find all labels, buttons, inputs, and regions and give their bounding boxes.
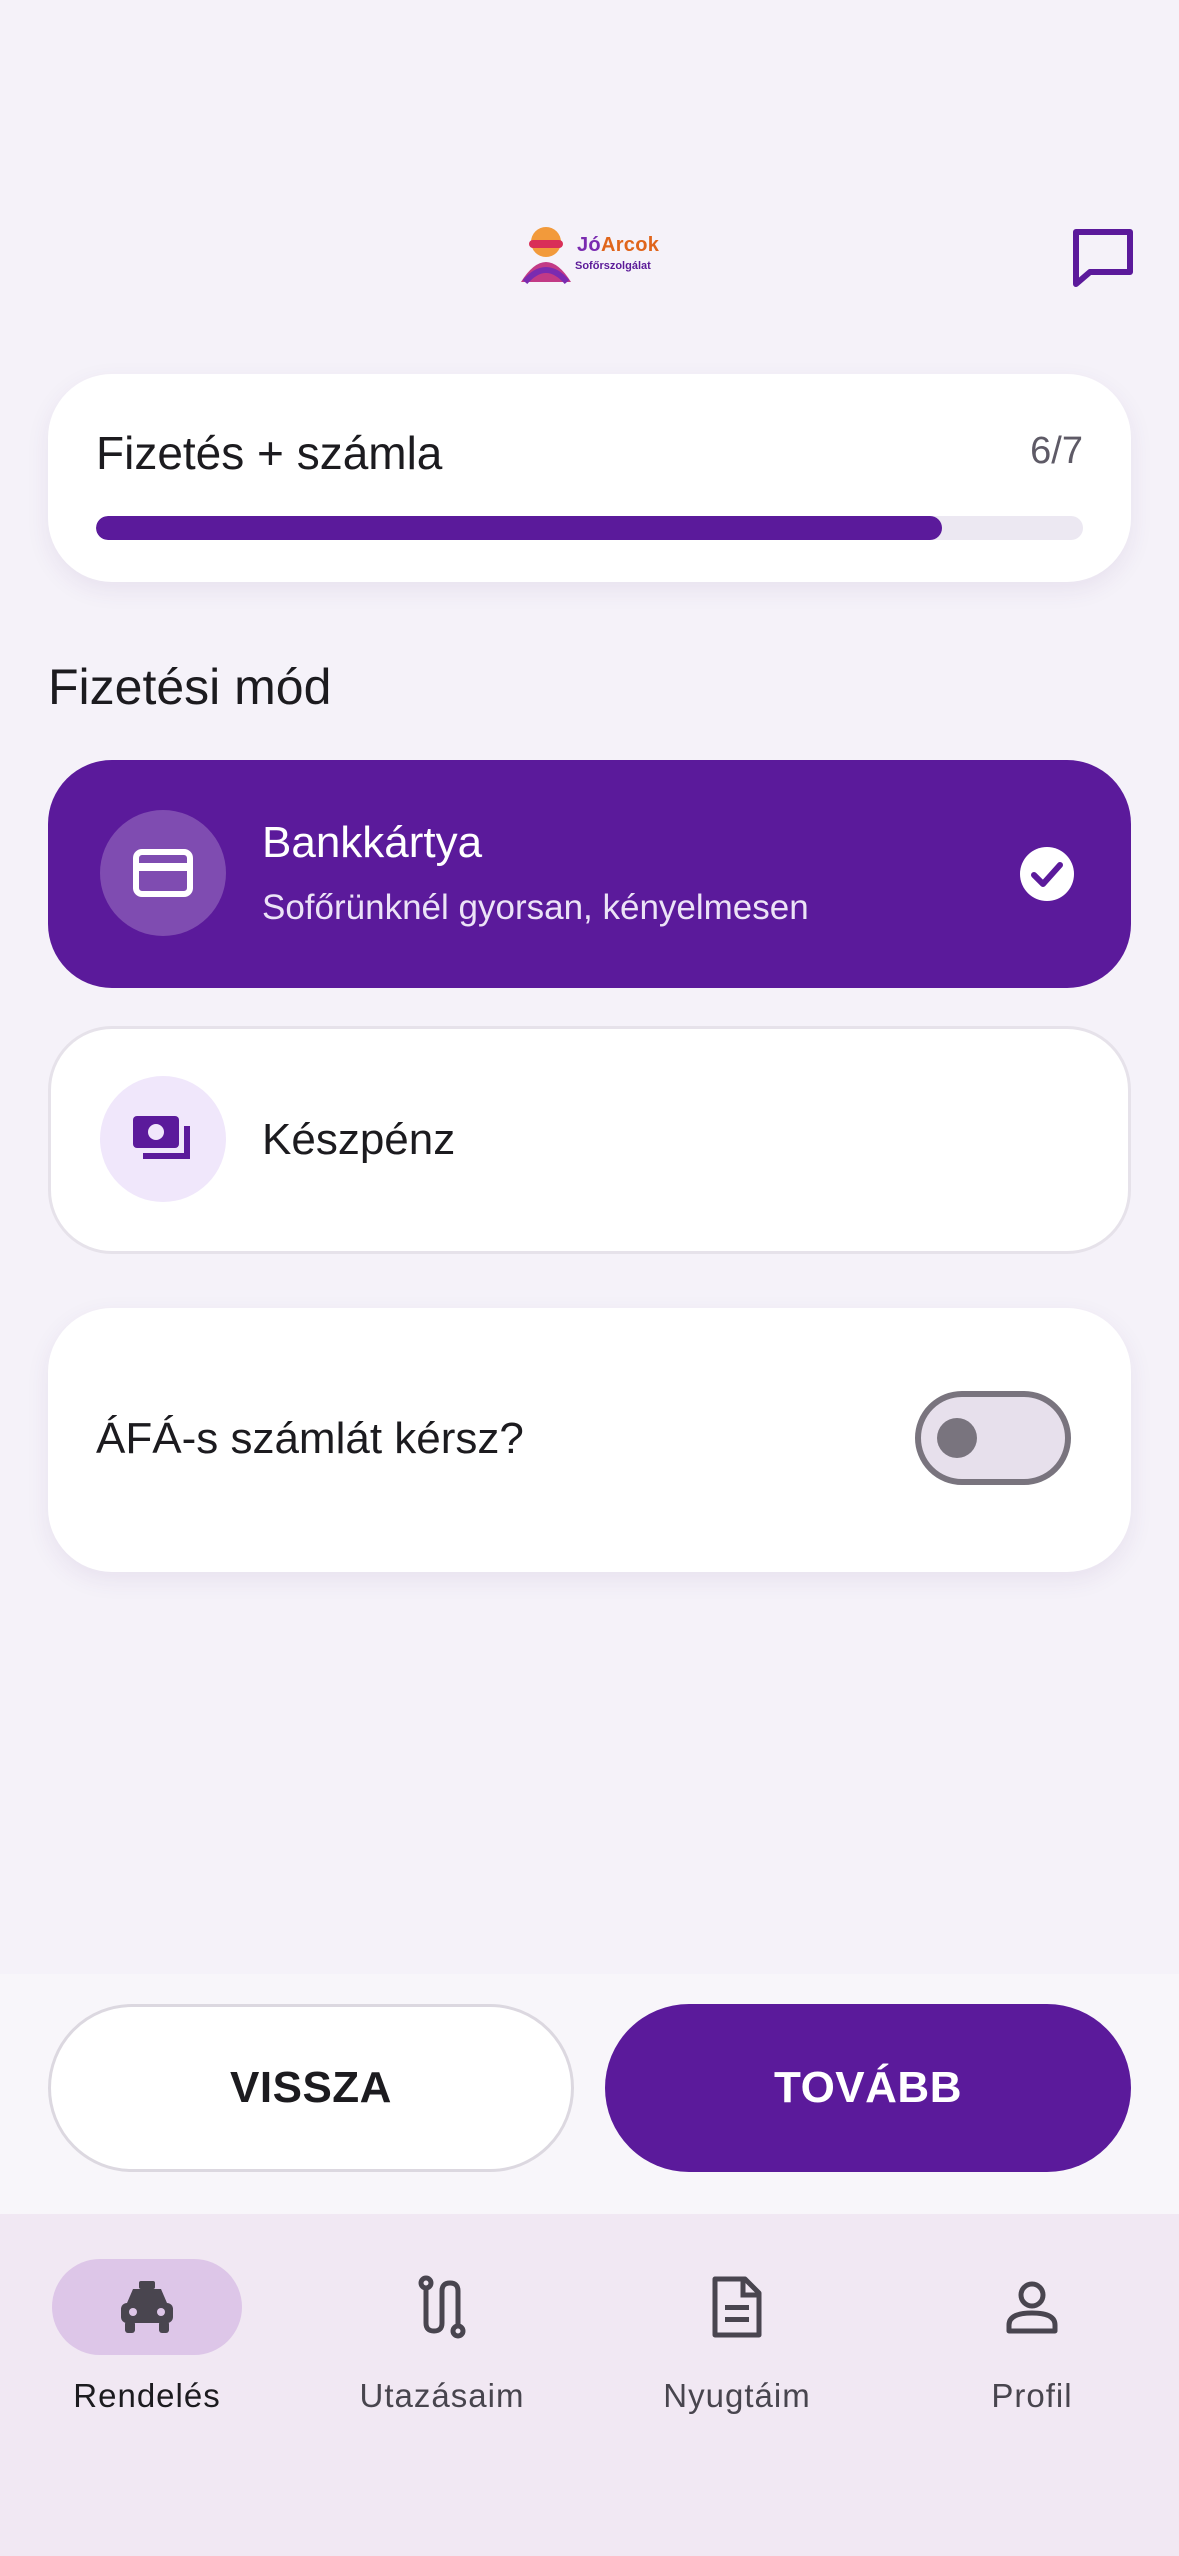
next-button[interactable]: TOVÁBB: [605, 2004, 1131, 2172]
chat-bubble-icon: [1073, 229, 1133, 287]
logo-text-a: Jó: [577, 234, 601, 256]
nav-icon-holder: [642, 2259, 832, 2355]
nav-label: Nyugtáim: [663, 2377, 811, 2414]
progress-card: Fizetés + számla 6/7: [48, 374, 1131, 582]
nav-active-indicator: [52, 2259, 242, 2355]
bottom-navigation: Rendelés Utazásaim Nyugtáim Profil: [0, 2214, 1179, 2556]
nav-item-receipts[interactable]: Nyugtáim: [612, 2259, 862, 2439]
action-bar: VISSZA TOVÁBB: [0, 1974, 1179, 2214]
nav-label: Utazásaim: [359, 2377, 525, 2414]
toggle-knob: [937, 1418, 977, 1458]
nav-label: Rendelés: [73, 2377, 221, 2414]
payment-option-cash[interactable]: Készpénz: [48, 1026, 1131, 1254]
progress-bar-fill: [96, 516, 942, 540]
credit-card-icon-wrapper: [100, 810, 226, 936]
logo-text-b: Arcok: [600, 234, 660, 256]
vat-invoice-label: ÁFÁ-s számlát kérsz?: [96, 1414, 524, 1463]
payment-section-title: Fizetési mód: [48, 659, 332, 715]
logo-mascot-icon: [521, 227, 571, 285]
chat-button[interactable]: [1068, 222, 1138, 292]
step-counter: 6/7: [1030, 430, 1083, 472]
vat-invoice-card: ÁFÁ-s számlát kérsz?: [48, 1308, 1131, 1572]
cash-icon-wrapper: [100, 1076, 226, 1202]
progress-bar: [96, 516, 1083, 540]
vat-invoice-toggle[interactable]: [915, 1391, 1071, 1485]
step-title: Fizetés + számla: [96, 427, 443, 479]
check-circle-icon: [1020, 847, 1074, 901]
cash-icon: [133, 1116, 190, 1159]
credit-card-icon: [133, 849, 193, 897]
route-icon: [418, 2275, 466, 2339]
app-logo: JóArcok Sofőrszolgálat: [515, 222, 659, 292]
payment-option-card[interactable]: Bankkártya Sofőrünknél gyorsan, kényelme…: [48, 760, 1131, 988]
payment-option-subtitle: Sofőrünknél gyorsan, kényelmesen: [262, 888, 809, 927]
logo-subtitle: Sofőrszolgálat: [575, 260, 651, 272]
nav-item-profile[interactable]: Profil: [907, 2259, 1157, 2439]
back-button[interactable]: VISSZA: [48, 2004, 574, 2172]
payment-option-title: Készpénz: [262, 1115, 456, 1164]
nav-item-trips[interactable]: Utazásaim: [317, 2259, 567, 2439]
payment-option-title: Bankkártya: [262, 818, 483, 867]
nav-item-order[interactable]: Rendelés: [22, 2259, 272, 2439]
person-icon: [1006, 2281, 1058, 2334]
nav-icon-holder: [347, 2259, 537, 2355]
nav-label: Profil: [991, 2377, 1073, 2414]
app-header: JóArcok Sofőrszolgálat: [0, 200, 1179, 320]
nav-icon-holder: [937, 2259, 1127, 2355]
receipt-icon: [712, 2276, 762, 2338]
taxi-icon: [121, 2281, 173, 2333]
